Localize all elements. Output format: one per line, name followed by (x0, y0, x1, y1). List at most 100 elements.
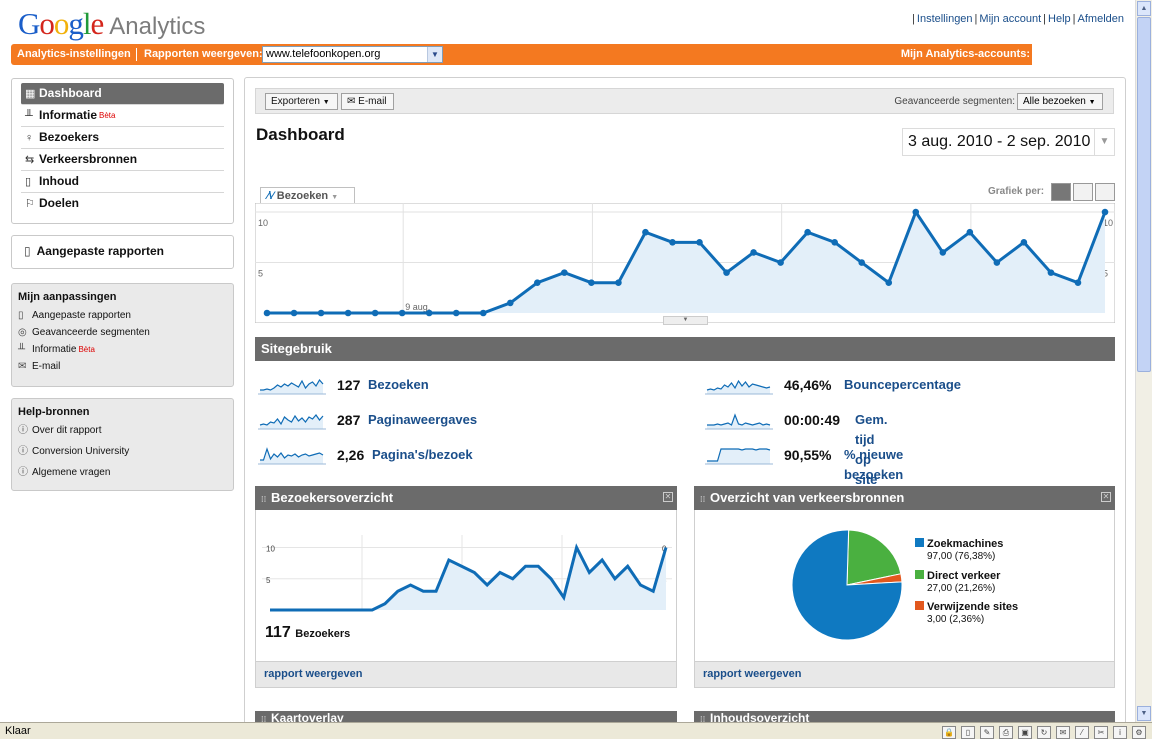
link-account[interactable]: Mijn account (979, 13, 1041, 25)
data-point (1101, 208, 1109, 216)
visitors-total: 117 Bezoekers (265, 624, 351, 641)
traffic-overview-header[interactable]: ⁞⁞ Overzicht van verkeersbronnen ✕ (694, 486, 1115, 510)
chevron-down-icon: ▼ (1088, 99, 1096, 106)
traffic-overview-panel: rapport weergeven (694, 486, 1115, 688)
info-icon[interactable]: i (1113, 726, 1127, 739)
top-links: | Instellingen | Mijn account | Help | Afmelden (912, 13, 1124, 25)
tools-icon[interactable]: ✂ (1094, 726, 1108, 739)
legend-item: Zoekmachines 97,00 (76,38%) (915, 538, 1003, 562)
gear-icon[interactable]: ⚙ (1132, 726, 1146, 739)
sparkline (258, 447, 326, 465)
nav-item-insights[interactable]: ╨ Informatie Bèta (21, 105, 224, 127)
sparkline-area (707, 415, 770, 429)
stat-label-link[interactable]: Pagina's/bezoek (372, 445, 473, 465)
customization-item[interactable]: ◎ Geavanceerde segmenten (18, 326, 227, 343)
link-help[interactable]: Help (1048, 13, 1071, 25)
nav-item-visitors[interactable]: ♀ Bezoekers (21, 127, 224, 149)
link-settings[interactable]: Instellingen (917, 13, 973, 25)
refresh-icon[interactable]: ↻ (1037, 726, 1051, 739)
print-icon[interactable]: ⎙ (999, 726, 1013, 739)
chevron-down-icon: ▼ (1094, 129, 1114, 155)
view-report-link[interactable]: rapport weergeven (264, 668, 362, 680)
data-point (696, 239, 703, 246)
scroll-up-icon[interactable]: ▲ (1137, 1, 1151, 16)
status-icons: 🔒 ▯ ✎ ⎙ ▣ ↻ ✉ ⁄ ✂ i ⚙ (937, 724, 1146, 739)
drag-handle-icon[interactable]: ⁞⁞ (261, 488, 269, 512)
report-icon: ▯ (24, 244, 31, 258)
scroll-thumb[interactable] (1137, 17, 1151, 372)
sparkline (258, 378, 326, 395)
save-icon[interactable]: ▣ (1018, 726, 1032, 739)
help-item[interactable]: ⓘ Over dit rapport (18, 424, 227, 445)
site-select[interactable]: www.telefoonkopen.org ▼ (262, 46, 443, 63)
visitors-icon: ♀ (25, 132, 34, 144)
stat-label-link[interactable]: % nieuwe bezoeken (844, 445, 903, 485)
analytics-settings-link[interactable]: Analytics-instellingen (17, 48, 131, 60)
help-resources-box: Help-bronnen ⓘ Over dit rapport ⓘ Conversi… (11, 398, 234, 491)
graph-month-button[interactable] (1095, 183, 1115, 201)
page-title: Dashboard (256, 125, 345, 144)
custom-reports-box[interactable]: ▯ Aangepaste rapporten (11, 235, 234, 269)
lock-icon[interactable]: 🔒 (942, 726, 956, 739)
link-logout[interactable]: Afmelden (1078, 13, 1124, 25)
orange-nav-bar: Analytics-instellingen Rapporten weergev… (11, 43, 1126, 66)
nav-item-label: Dashboard (39, 86, 102, 100)
email-button[interactable]: ✉ E-mail (341, 93, 394, 110)
mail-icon[interactable]: ✉ (1056, 726, 1070, 739)
customization-item[interactable]: ✉ E-mail (18, 360, 227, 377)
graph-week-button[interactable] (1073, 183, 1093, 201)
nav-item-dashboard[interactable]: ▦ Dashboard (21, 83, 224, 105)
customizations-title: Mijn aanpassingen (18, 291, 117, 303)
help-item[interactable]: ⓘ Algemene vragen (18, 466, 227, 487)
content-overview-header[interactable]: ⁞⁞ Inhoudsoverzicht (694, 711, 1115, 722)
graph-day-button[interactable] (1051, 183, 1071, 201)
chevron-down-icon: ▼ (427, 47, 442, 62)
customization-item[interactable]: ╨ Informatie Bèta (18, 343, 227, 360)
google-analytics-logo[interactable]: Google Analytics (18, 6, 205, 42)
visitors-overview-header[interactable]: ⁞⁞ Bezoekersoverzicht ✕ (255, 486, 677, 510)
drag-handle-icon[interactable]: ⁞⁞ (261, 713, 269, 722)
stat-label-link[interactable]: Paginaweergaves (368, 410, 477, 430)
logo-product: Analytics (109, 13, 206, 40)
nav-item-label: Bezoekers (39, 130, 100, 144)
nav-item-goals[interactable]: ⚐ Doelen (21, 193, 224, 215)
chart-icon[interactable]: ⁄ (1075, 726, 1089, 739)
close-icon[interactable]: ✕ (663, 492, 673, 502)
chart-collapse-handle[interactable]: ▼ (663, 316, 708, 325)
traffic-icon: ⇆ (25, 154, 35, 166)
graph-per-label: Grafiek per: (988, 186, 1045, 197)
legend-swatch (915, 601, 924, 610)
question-icon: ⓘ (18, 467, 28, 478)
status-text: Klaar (5, 725, 31, 737)
stat-label-link[interactable]: Bouncepercentage (844, 375, 961, 395)
customization-item[interactable]: ▯ Aangepaste rapporten (18, 309, 227, 326)
data-point (642, 228, 649, 236)
close-icon[interactable]: ✕ (1101, 492, 1111, 502)
data-point (290, 309, 298, 317)
help-item[interactable]: ⓘ Conversion University (18, 445, 227, 466)
data-point (750, 249, 757, 256)
scroll-down-icon[interactable]: ▼ (1137, 706, 1151, 721)
page-icon[interactable]: ▯ (961, 726, 975, 739)
stat-value: 2,26 (337, 447, 365, 463)
data-point (561, 269, 568, 276)
map-overlay-header[interactable]: ⁞⁞ Kaartoverlay (255, 711, 677, 722)
data-point (615, 279, 622, 287)
segments-select[interactable]: Alle bezoeken ▼ (1017, 93, 1103, 110)
stat-label-link[interactable]: Bezoeken (368, 375, 429, 395)
beta-badge: Bèta (99, 111, 116, 120)
drag-handle-icon[interactable]: ⁞⁞ (700, 488, 708, 512)
data-point (939, 249, 947, 256)
nav-item-traffic-sources[interactable]: ⇆ Verkeersbronnen (21, 149, 224, 171)
drag-handle-icon[interactable]: ⁞⁞ (700, 713, 708, 722)
pen-icon[interactable]: ✎ (980, 726, 994, 739)
date-range-picker[interactable]: 3 aug. 2010 - 2 sep. 2010 ▼ (902, 128, 1115, 156)
nav-item-content[interactable]: ▯ Inhoud (21, 171, 224, 193)
export-button[interactable]: Exporteren ▼ (265, 93, 338, 110)
view-report-link[interactable]: rapport weergeven (703, 668, 801, 680)
site-select-value: www.telefoonkopen.org (266, 48, 381, 60)
email-icon: ✉ (18, 361, 27, 372)
data-point (317, 309, 325, 317)
vertical-scrollbar[interactable]: ▲ ▼ (1135, 0, 1152, 722)
sparkline (705, 413, 773, 430)
